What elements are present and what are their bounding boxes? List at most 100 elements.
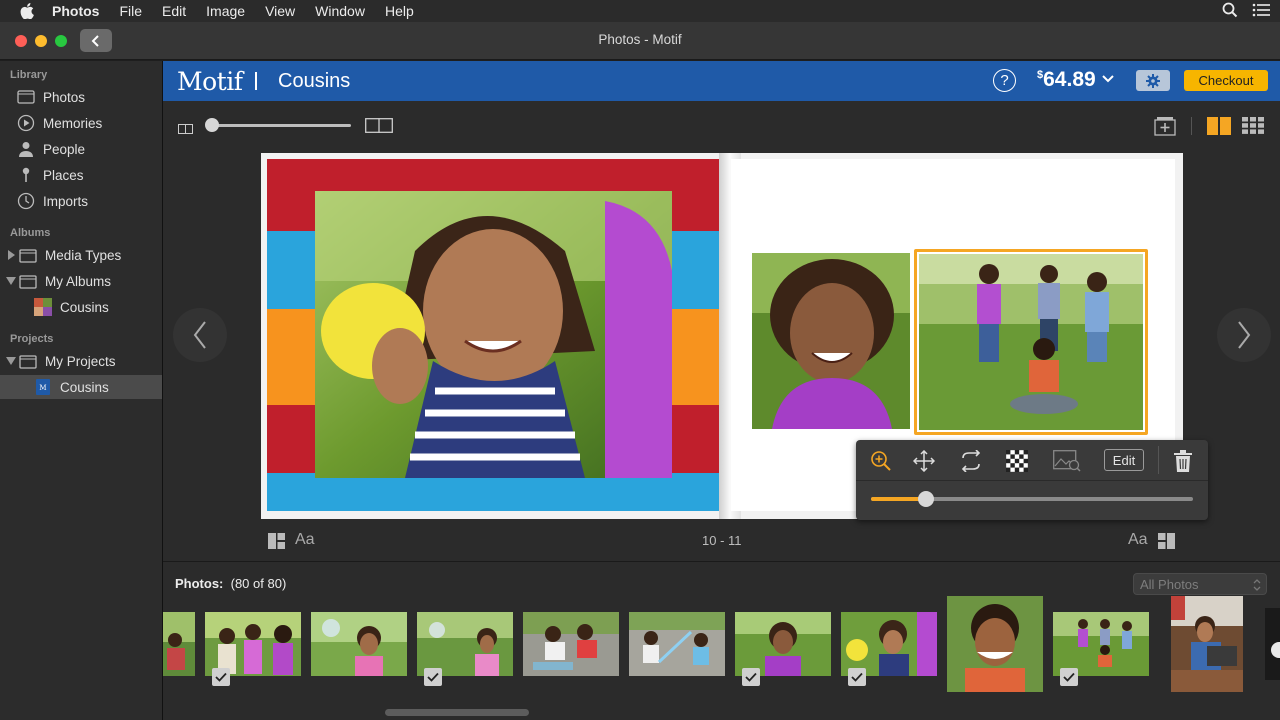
left-page[interactable] — [267, 159, 721, 511]
sidebar-item-people[interactable]: People — [0, 137, 162, 161]
photo-thumbnail[interactable] — [629, 612, 725, 676]
sidebar-section-albums: Albums — [10, 227, 51, 239]
notification-center-icon[interactable] — [1252, 2, 1270, 21]
photo-thumbnail[interactable] — [1265, 608, 1280, 680]
apple-menu-icon[interactable] — [18, 3, 36, 19]
menu-file[interactable]: File — [119, 3, 142, 19]
right-page-text-style-button[interactable]: Aa — [1128, 531, 1148, 549]
album-thumbnail-icon — [34, 298, 52, 316]
smiling-girl-photo — [752, 253, 910, 429]
header-divider — [255, 72, 257, 90]
sidebar-section-projects: Projects — [10, 333, 54, 345]
disclosure-triangle-expanded-icon[interactable] — [6, 276, 16, 286]
used-photo-checkmark — [212, 668, 230, 686]
spotlight-search-icon[interactable] — [1222, 2, 1238, 21]
small-spread-icon[interactable] — [178, 121, 193, 139]
photo-thumbnail[interactable] — [1171, 596, 1243, 692]
trash-icon[interactable] — [1174, 450, 1192, 477]
move-icon[interactable] — [912, 449, 936, 477]
right-page-photo-1[interactable] — [752, 253, 910, 429]
photo-filter-select[interactable]: All Photos — [1133, 573, 1267, 595]
used-photo-checkmark — [848, 668, 866, 686]
sidebar-item-label: My Projects — [45, 353, 116, 369]
folder-icon — [19, 272, 37, 290]
person-icon — [17, 140, 35, 158]
grid-view-icon[interactable] — [1242, 117, 1264, 139]
rotate-icon[interactable] — [959, 449, 983, 477]
popover-separator — [856, 480, 1208, 481]
photo-thumbnail[interactable] — [1053, 612, 1149, 676]
photo-thumbnail[interactable] — [841, 612, 937, 676]
photo-filter-value: All Photos — [1140, 576, 1199, 592]
next-page-button[interactable] — [1217, 308, 1271, 362]
disclosure-triangle-expanded-icon[interactable] — [6, 356, 16, 366]
right-page-layout-icon[interactable] — [1158, 533, 1175, 554]
sidebar-item-media-types[interactable]: Media Types — [0, 243, 162, 267]
spread-size-slider-knob[interactable] — [205, 118, 219, 132]
page-stripe-blue — [267, 473, 721, 511]
photo-strip-label: Photos: (80 of 80) — [175, 576, 286, 591]
children-playing-photo — [919, 254, 1143, 430]
sidebar-item-label: Photos — [43, 89, 86, 105]
spread-size-slider[interactable] — [211, 124, 351, 127]
chevron-right-icon — [1238, 321, 1251, 349]
checkmark-icon — [1063, 672, 1075, 682]
used-photo-checkmark — [742, 668, 760, 686]
photo-strip-title: Photos: — [175, 576, 224, 591]
motif-logo: Motif — [177, 67, 243, 96]
photo-strip-scrollbar[interactable] — [385, 709, 529, 716]
sidebar-item-places[interactable]: Places — [0, 163, 162, 187]
sidebar-item-imports[interactable]: Imports — [0, 189, 162, 213]
menu-window[interactable]: Window — [315, 3, 365, 19]
price-button[interactable]: $64.89 — [1037, 68, 1114, 92]
motif-header-bar: Motif Cousins ? $64.89 Checkout — [163, 61, 1280, 101]
sidebar-item-album-cousins[interactable]: Cousins — [0, 295, 162, 319]
menu-bar: Photos File Edit Image View Window Help — [0, 0, 1280, 22]
edit-photo-button[interactable]: Edit — [1104, 449, 1144, 471]
checkout-button[interactable]: Checkout — [1184, 70, 1268, 91]
add-page-icon[interactable] — [1154, 116, 1176, 141]
settings-button[interactable] — [1136, 70, 1170, 91]
main-content: Motif Cousins ? $64.89 Checkout Edit Aa … — [163, 61, 1280, 720]
disclosure-triangle-collapsed-icon[interactable] — [6, 250, 16, 260]
left-page-photo[interactable] — [315, 191, 672, 478]
photo-thumbnail[interactable] — [205, 612, 301, 676]
menu-edit[interactable]: Edit — [162, 3, 186, 19]
sidebar-item-my-projects[interactable]: My Projects — [0, 349, 162, 373]
price-value: 64.89 — [1043, 68, 1096, 91]
popover-divider — [1158, 446, 1159, 474]
sidebar-item-memories[interactable]: Memories — [0, 111, 162, 135]
photo-zoom-slider-knob[interactable] — [918, 491, 934, 507]
left-page-text-style-button[interactable]: Aa — [295, 531, 315, 549]
right-page-photo-2-selected[interactable] — [914, 249, 1148, 435]
previous-page-button[interactable] — [173, 308, 227, 362]
photo-thumbnail[interactable] — [417, 612, 513, 676]
photo-thumbnail[interactable] — [523, 612, 619, 676]
photo-thumbnail[interactable] — [163, 612, 195, 676]
left-page-layout-icon[interactable] — [268, 533, 285, 554]
sidebar-item-label: Memories — [43, 115, 103, 131]
checkmark-icon — [745, 672, 757, 682]
transparency-checkerboard-icon[interactable] — [1006, 450, 1028, 477]
checkmark-icon — [215, 672, 227, 682]
sidebar-item-photos[interactable]: Photos — [0, 85, 162, 109]
help-button[interactable]: ? — [993, 69, 1016, 92]
zoom-in-icon[interactable] — [870, 450, 892, 477]
folder-icon — [19, 352, 37, 370]
menu-view[interactable]: View — [265, 3, 295, 19]
replace-photo-icon[interactable] — [1053, 450, 1081, 477]
sidebar: Library Photos Memories People Places Im… — [0, 61, 163, 720]
spread-view-icon[interactable] — [1207, 117, 1231, 140]
map-pin-icon — [17, 166, 35, 184]
sidebar-item-my-albums[interactable]: My Albums — [0, 269, 162, 293]
photo-thumbnail[interactable] — [735, 612, 831, 676]
menu-image[interactable]: Image — [206, 3, 245, 19]
photo-thumbnail[interactable] — [947, 596, 1043, 692]
sidebar-item-label: Media Types — [45, 247, 122, 263]
menu-help[interactable]: Help — [385, 3, 414, 19]
menu-app-name[interactable]: Photos — [52, 3, 99, 19]
sidebar-item-project-cousins[interactable]: M Cousins — [0, 375, 162, 399]
large-spread-icon[interactable] — [365, 118, 393, 138]
photo-thumbnail[interactable] — [311, 612, 407, 676]
sidebar-item-label: My Albums — [45, 273, 112, 289]
